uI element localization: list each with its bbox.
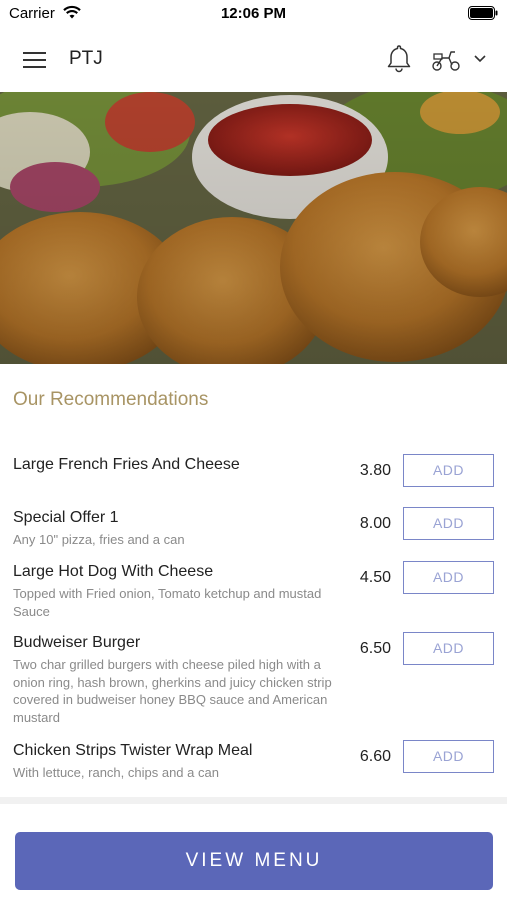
item-price: 8.00 [359,515,391,532]
add-button[interactable]: ADD [403,507,494,540]
item-name: Chicken Strips Twister Wrap Meal [13,742,253,759]
item-description: Two char grilled burgers with cheese pil… [13,657,332,725]
app-title: PTJ [69,48,103,69]
hamburger-menu-icon[interactable] [20,46,50,74]
divider [0,797,507,804]
item-description: Any 10" pizza, fries and a can [13,532,185,547]
status-bar: Carrier 12:06 PM [0,0,507,28]
chevron-down-icon[interactable] [470,51,490,67]
add-button[interactable]: ADD [403,740,494,773]
item-name: Large Hot Dog With Cheese [13,563,214,580]
section-title: Our Recommendations [13,389,209,410]
item-price: 4.50 [359,569,391,586]
item-price: 3.80 [359,462,391,479]
item-price: 6.50 [359,640,391,657]
item-description: With lettuce, ranch, chips and a can [13,765,219,780]
scooter-icon[interactable] [430,45,462,75]
item-description: Topped with Fried onion, Tomato ketchup … [13,586,322,619]
bell-icon[interactable] [382,42,416,76]
status-time: 12:06 PM [220,5,287,22]
item-name: Large French Fries And Cheese [13,456,240,473]
add-button[interactable]: ADD [403,454,494,487]
view-menu-button[interactable]: VIEW MENU [15,832,493,890]
item-name: Budweiser Burger [13,634,141,651]
item-name: Special Offer 1 [13,509,119,526]
food-photo [0,92,507,364]
hero-food-image [0,92,507,364]
add-button[interactable]: ADD [403,632,494,665]
battery-icon [468,6,498,20]
add-button[interactable]: ADD [403,561,494,594]
app-bar: PTJ [0,28,507,92]
item-price: 6.60 [359,748,391,765]
